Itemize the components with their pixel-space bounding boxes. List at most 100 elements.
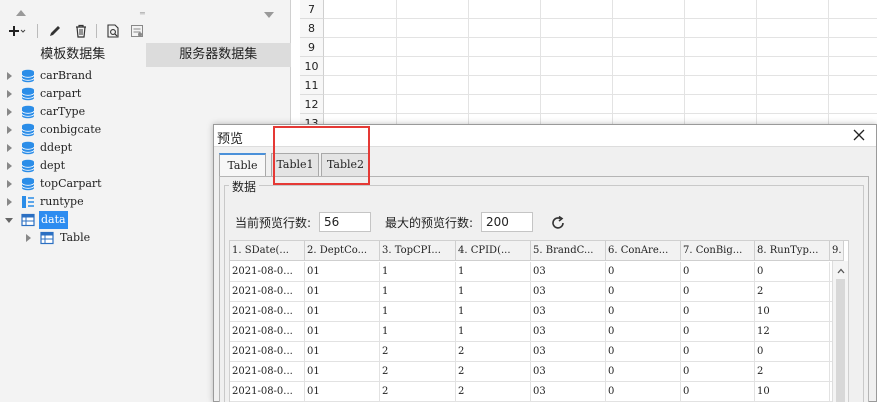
collapse-arrow-icon[interactable] (5, 218, 13, 223)
table-cell[interactable]: 0 (681, 362, 755, 382)
table-cell[interactable]: 0 (606, 262, 681, 282)
drag-grip-icon[interactable]: ═ (140, 10, 145, 18)
table-cell[interactable]: 01 (305, 382, 380, 402)
table-cell[interactable]: 0 (606, 382, 681, 402)
table-cell[interactable]: 2 (380, 342, 456, 362)
table-cell[interactable]: 0 (681, 342, 755, 362)
table-cell[interactable]: 01 (305, 262, 380, 282)
table-cell[interactable]: 1 (456, 322, 531, 342)
table-cell[interactable]: 0 (681, 302, 755, 322)
column-header[interactable]: 1. SDate(... (230, 241, 305, 261)
table-cell[interactable]: 2 (456, 362, 531, 382)
table-cell[interactable]: 0 (606, 302, 681, 322)
table-cell[interactable]: 2 (456, 342, 531, 362)
scroll-up-icon[interactable] (16, 10, 26, 16)
column-header[interactable]: 9. (830, 241, 844, 261)
column-header[interactable]: 6. ConAre... (606, 241, 681, 261)
table-cell[interactable]: 2 (456, 382, 531, 402)
column-header[interactable]: 2. DeptCo... (305, 241, 380, 261)
max-rows-field[interactable]: 200 (481, 212, 533, 232)
add-dataset-button[interactable] (6, 20, 28, 42)
tab-server-dataset[interactable]: 服务器数据集 (145, 43, 291, 67)
table-cell[interactable]: 03 (531, 322, 606, 342)
table-cell[interactable]: 0 (681, 382, 755, 402)
tree-item-carbrand[interactable]: carBrand (0, 67, 291, 85)
expand-arrow-icon[interactable] (7, 180, 12, 188)
table-cell[interactable]: 2021-08-0... (230, 362, 305, 382)
table-row[interactable]: 2021-08-0...011103001041 (230, 302, 844, 322)
table-cell[interactable]: 1 (456, 282, 531, 302)
table-cell[interactable]: 2021-08-0... (230, 302, 305, 322)
preview-button[interactable] (104, 20, 122, 42)
table-cell[interactable]: 01 (305, 282, 380, 302)
vertical-scrollbar[interactable] (832, 261, 848, 402)
row-header[interactable]: 11 (300, 76, 324, 95)
table-row[interactable]: 2021-08-0...01220300291 (230, 362, 844, 382)
column-header[interactable]: 7. ConBig... (681, 241, 755, 261)
column-header[interactable]: 3. TopCPI... (380, 241, 456, 261)
column-header[interactable]: 8. RunTyp... (755, 241, 830, 261)
table-cell[interactable]: 1 (380, 262, 456, 282)
table-cell[interactable]: 2 (380, 362, 456, 382)
expand-arrow-icon[interactable] (26, 234, 31, 242)
table-cell[interactable]: 2 (380, 382, 456, 402)
table-row[interactable]: 2021-08-0...0111030000 (230, 262, 844, 282)
tab-template-dataset[interactable]: 模板数据集 (0, 43, 146, 67)
table-cell[interactable]: 2021-08-0... (230, 262, 305, 282)
refresh-icon[interactable] (550, 215, 566, 231)
table-cell[interactable]: 10 (755, 382, 830, 402)
expand-arrow-icon[interactable] (7, 198, 12, 206)
table-cell[interactable]: 01 (305, 362, 380, 382)
tree-item-carpart[interactable]: carpart (0, 85, 291, 103)
row-header[interactable]: 7 (300, 0, 324, 19)
expand-arrow-icon[interactable] (7, 144, 12, 152)
row-header[interactable]: 8 (300, 19, 324, 38)
expand-arrow-icon[interactable] (7, 108, 12, 116)
expand-arrow-icon[interactable] (7, 126, 12, 134)
table-cell[interactable]: 2021-08-0... (230, 322, 305, 342)
column-header[interactable]: 4. CPID(... (456, 241, 531, 261)
table-cell[interactable]: 0 (681, 282, 755, 302)
table-cell[interactable]: 2021-08-0... (230, 382, 305, 402)
table-cell[interactable]: 2021-08-0... (230, 282, 305, 302)
table-cell[interactable]: 2 (755, 362, 830, 382)
edit-button[interactable] (46, 20, 64, 42)
table-cell[interactable]: 1 (380, 322, 456, 342)
delete-button[interactable] (72, 20, 90, 42)
row-header[interactable]: 12 (300, 95, 324, 114)
table-cell[interactable]: 0 (606, 362, 681, 382)
table-cell[interactable]: 0 (606, 282, 681, 302)
table-cell[interactable]: 12 (755, 322, 830, 342)
tab-table[interactable]: Table (219, 153, 266, 178)
table-cell[interactable]: 0 (681, 262, 755, 282)
current-rows-field[interactable]: 56 (319, 212, 371, 232)
table-cell[interactable]: 2021-08-0... (230, 342, 305, 362)
table-cell[interactable]: 1 (380, 282, 456, 302)
table-cell[interactable]: 0 (606, 342, 681, 362)
row-header[interactable]: 9 (300, 38, 324, 57)
table-row[interactable]: 2021-08-0...0122030000 (230, 342, 844, 362)
table-cell[interactable]: 0 (755, 342, 830, 362)
table-row[interactable]: 2021-08-0...012203001010 (230, 382, 844, 402)
column-header[interactable]: 5. BrandC... (531, 241, 606, 261)
table-cell[interactable]: 1 (456, 262, 531, 282)
table-cell[interactable]: 01 (305, 322, 380, 342)
close-icon[interactable] (852, 128, 866, 142)
row-header[interactable]: 10 (300, 57, 324, 76)
scrollbar-thumb[interactable] (836, 279, 845, 402)
table-cell[interactable]: 10 (755, 302, 830, 322)
table-cell[interactable]: 03 (531, 262, 606, 282)
scroll-down-icon[interactable] (264, 12, 274, 18)
table-cell[interactable]: 0 (755, 262, 830, 282)
tree-item-cartype[interactable]: carType (0, 103, 291, 121)
table-cell[interactable]: 01 (305, 302, 380, 322)
table-row[interactable]: 2021-08-0...011103001249 (230, 322, 844, 342)
table-row[interactable]: 2021-08-0...01110300262 (230, 282, 844, 302)
table-cell[interactable]: 03 (531, 302, 606, 322)
expand-arrow-icon[interactable] (7, 72, 12, 80)
table-cell[interactable]: 03 (531, 382, 606, 402)
server-dataset-button[interactable] (128, 20, 146, 42)
expand-arrow-icon[interactable] (7, 90, 12, 98)
table-cell[interactable]: 0 (681, 322, 755, 342)
expand-arrow-icon[interactable] (7, 162, 12, 170)
